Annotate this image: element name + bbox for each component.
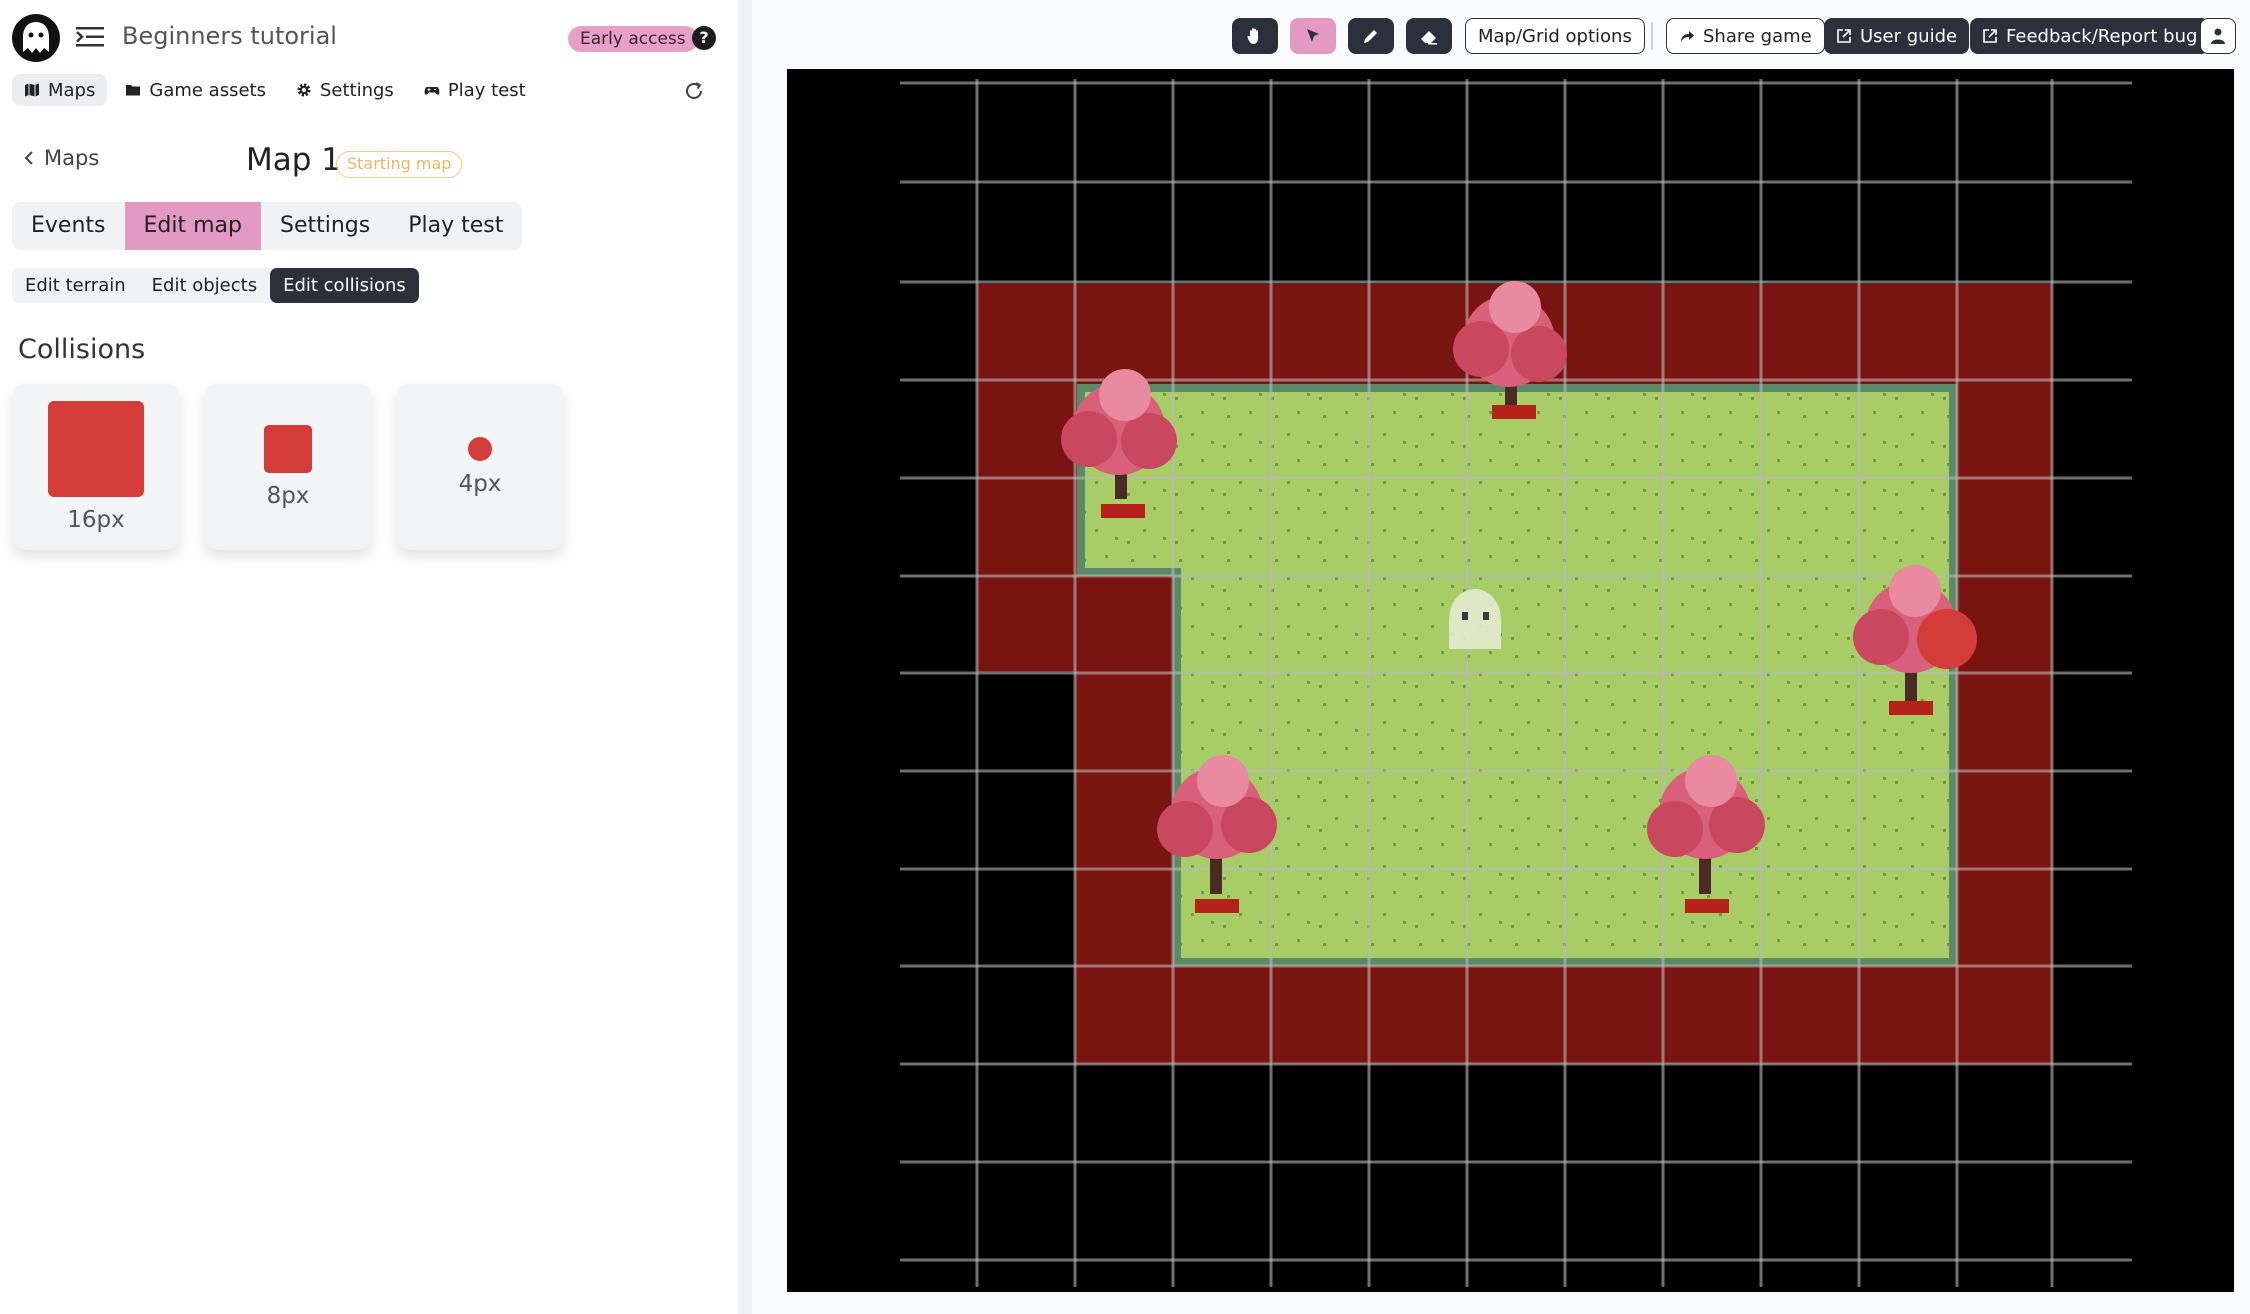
eraser-icon xyxy=(1421,31,1437,45)
chevron-left-icon xyxy=(24,151,33,165)
panel-splitter[interactable] xyxy=(738,0,752,1314)
nav-maps-label: Maps xyxy=(48,79,96,101)
pencil-icon xyxy=(1364,30,1377,43)
hand-icon xyxy=(1247,28,1258,44)
brush-swatch-medium xyxy=(264,425,312,473)
nav-settings-label: Settings xyxy=(319,79,394,101)
back-link-label: Maps xyxy=(44,146,100,170)
tab-settings[interactable]: Settings xyxy=(261,202,389,250)
map-main-tabs: Events Edit map Settings Play test xyxy=(12,202,523,250)
folder-icon xyxy=(126,85,141,96)
map-canvas[interactable] xyxy=(787,69,2234,1292)
user-guide-button[interactable]: User guide xyxy=(1824,18,1970,54)
grass-terrain xyxy=(1077,384,1957,966)
menu-toggle-icon[interactable] xyxy=(76,26,104,48)
share-arrow-icon xyxy=(1681,31,1694,42)
brush-swatch-small xyxy=(468,437,492,461)
eraser-tool-button[interactable] xyxy=(1406,18,1452,54)
subtab-edit-terrain[interactable]: Edit terrain xyxy=(12,268,139,303)
tab-play-test[interactable]: Play test xyxy=(389,202,522,250)
starting-map-badge: Starting map xyxy=(336,151,463,178)
top-navigation: Maps Game assets Settings Play test xyxy=(12,74,538,106)
hand-tool-button[interactable] xyxy=(1232,18,1278,54)
nav-game-assets-label: Game assets xyxy=(149,79,266,101)
back-to-maps-link[interactable]: Maps xyxy=(24,146,99,170)
gamepad-icon xyxy=(424,87,440,95)
subtab-edit-objects[interactable]: Edit objects xyxy=(139,268,270,303)
external-link-icon xyxy=(1837,29,1851,43)
project-title: Beginners tutorial xyxy=(122,22,337,50)
share-game-button[interactable]: Share game xyxy=(1666,18,1825,54)
help-icon[interactable]: ? xyxy=(692,26,716,50)
pencil-tool-button[interactable] xyxy=(1348,18,1394,54)
early-access-badge: Early access xyxy=(568,26,698,52)
feedback-label: Feedback/Report bug xyxy=(2006,25,2198,47)
app-logo-ghost-icon[interactable] xyxy=(12,14,60,62)
ghost-player-sprite[interactable] xyxy=(1449,589,1501,649)
tab-events[interactable]: Events xyxy=(12,202,125,250)
user-icon xyxy=(2211,28,2225,44)
map-title: Map 1 xyxy=(246,142,341,178)
edit-sub-tabs: Edit terrain Edit objects Edit collision… xyxy=(12,268,419,303)
nav-play-test[interactable]: Play test xyxy=(412,74,538,106)
user-account-button[interactable] xyxy=(2200,18,2236,54)
map-icon xyxy=(25,83,39,97)
nav-maps[interactable]: Maps xyxy=(12,74,108,106)
user-guide-label: User guide xyxy=(1860,25,1958,47)
map-grid-options-button[interactable]: Map/Grid options xyxy=(1465,18,1645,54)
nav-play-test-label: Play test xyxy=(447,79,526,101)
brush-label-8px: 8px xyxy=(266,483,310,509)
brush-label-4px: 4px xyxy=(458,471,502,497)
share-game-label: Share game xyxy=(1703,25,1812,47)
toolbar-divider xyxy=(1651,22,1653,50)
select-tool-button[interactable] xyxy=(1290,18,1336,54)
collisions-section-title: Collisions xyxy=(18,334,146,365)
cursor-icon xyxy=(1307,29,1319,42)
gear-icon xyxy=(297,83,311,97)
nav-settings[interactable]: Settings xyxy=(284,74,406,106)
refresh-icon[interactable] xyxy=(683,80,705,102)
collision-brush-8px[interactable]: 8px xyxy=(205,384,371,550)
left-panel: Beginners tutorial Early access ? Maps G… xyxy=(0,0,738,1314)
subtab-edit-collisions[interactable]: Edit collisions xyxy=(270,268,419,303)
brush-swatch-large xyxy=(48,401,144,497)
brush-label-16px: 16px xyxy=(67,507,125,533)
map-grid-options-label: Map/Grid options xyxy=(1478,25,1632,47)
collision-brush-16px[interactable]: 16px xyxy=(13,384,179,550)
external-link-icon xyxy=(1983,29,1997,43)
collision-brush-4px[interactable]: 4px xyxy=(397,384,563,550)
tab-edit-map[interactable]: Edit map xyxy=(124,202,261,250)
nav-game-assets[interactable]: Game assets xyxy=(113,74,278,106)
feedback-button[interactable]: Feedback/Report bug xyxy=(1970,18,2210,54)
